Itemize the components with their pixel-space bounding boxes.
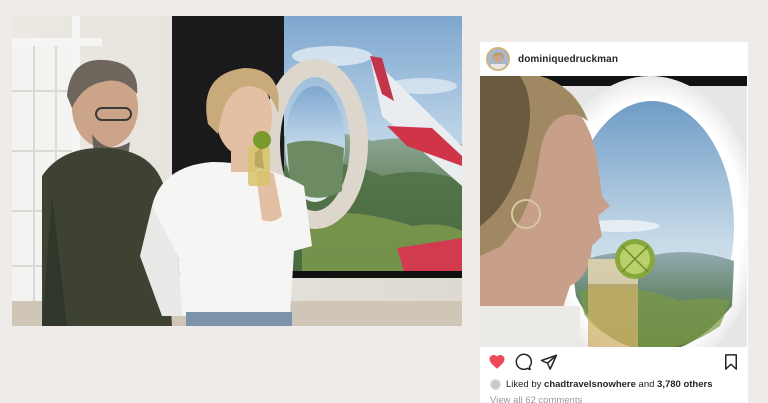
heart-icon[interactable] (488, 353, 506, 371)
liked-by-prefix: Liked by (506, 378, 542, 390)
liked-by-line: Liked by chadtravelsnowhere and 3,780 ot… (480, 375, 748, 393)
liked-by-count[interactable]: 3,780 others (657, 379, 712, 390)
behind-the-scenes-photo (12, 16, 462, 326)
liked-by-and: and (638, 378, 655, 390)
liked-by-user[interactable]: chadtravelsnowhere (544, 379, 636, 390)
view-all-comments-link[interactable]: View all 62 comments (480, 395, 748, 403)
share-icon[interactable] (540, 353, 558, 371)
username[interactable]: dominiquedruckman (518, 54, 618, 65)
post-photo (480, 76, 747, 347)
post-actions (480, 347, 748, 375)
comment-icon[interactable] (514, 353, 532, 371)
post-header: dominiquedruckman (480, 42, 748, 76)
bookmark-icon[interactable] (722, 353, 740, 371)
avatar[interactable] (486, 47, 510, 71)
liker-avatar (490, 378, 501, 390)
instagram-post-card: dominiquedruckman Liked by chadtravelsno… (480, 42, 748, 403)
